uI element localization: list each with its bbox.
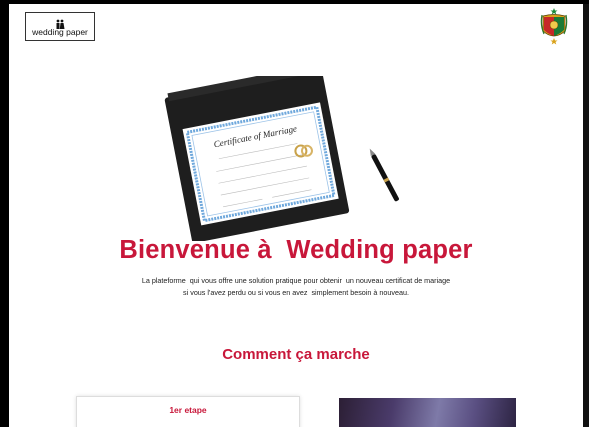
coat-of-arms-icon xyxy=(540,8,568,45)
marriage-certificate-image: Certificate of Marriage xyxy=(164,76,399,241)
page: wedding paper Certificate of Marriage Bi… xyxy=(9,4,583,427)
subtitle-line-2: si vous l'avez perdu ou si vous en avez … xyxy=(183,288,409,297)
site-logo[interactable]: wedding paper xyxy=(25,12,95,41)
step-photo xyxy=(339,398,516,427)
logo-text: wedding paper xyxy=(32,27,88,37)
welcome-title: Bienvenue à Wedding paper xyxy=(119,236,473,264)
subtitle-line-1: La plateforme qui vous offre une solutio… xyxy=(141,276,451,285)
step-card: 1er etape xyxy=(76,396,300,427)
how-it-works-title: Comment ça marche xyxy=(222,346,370,363)
couple-icon xyxy=(55,16,65,29)
window-edge xyxy=(583,4,589,427)
step-title: 1er etape xyxy=(169,405,207,415)
